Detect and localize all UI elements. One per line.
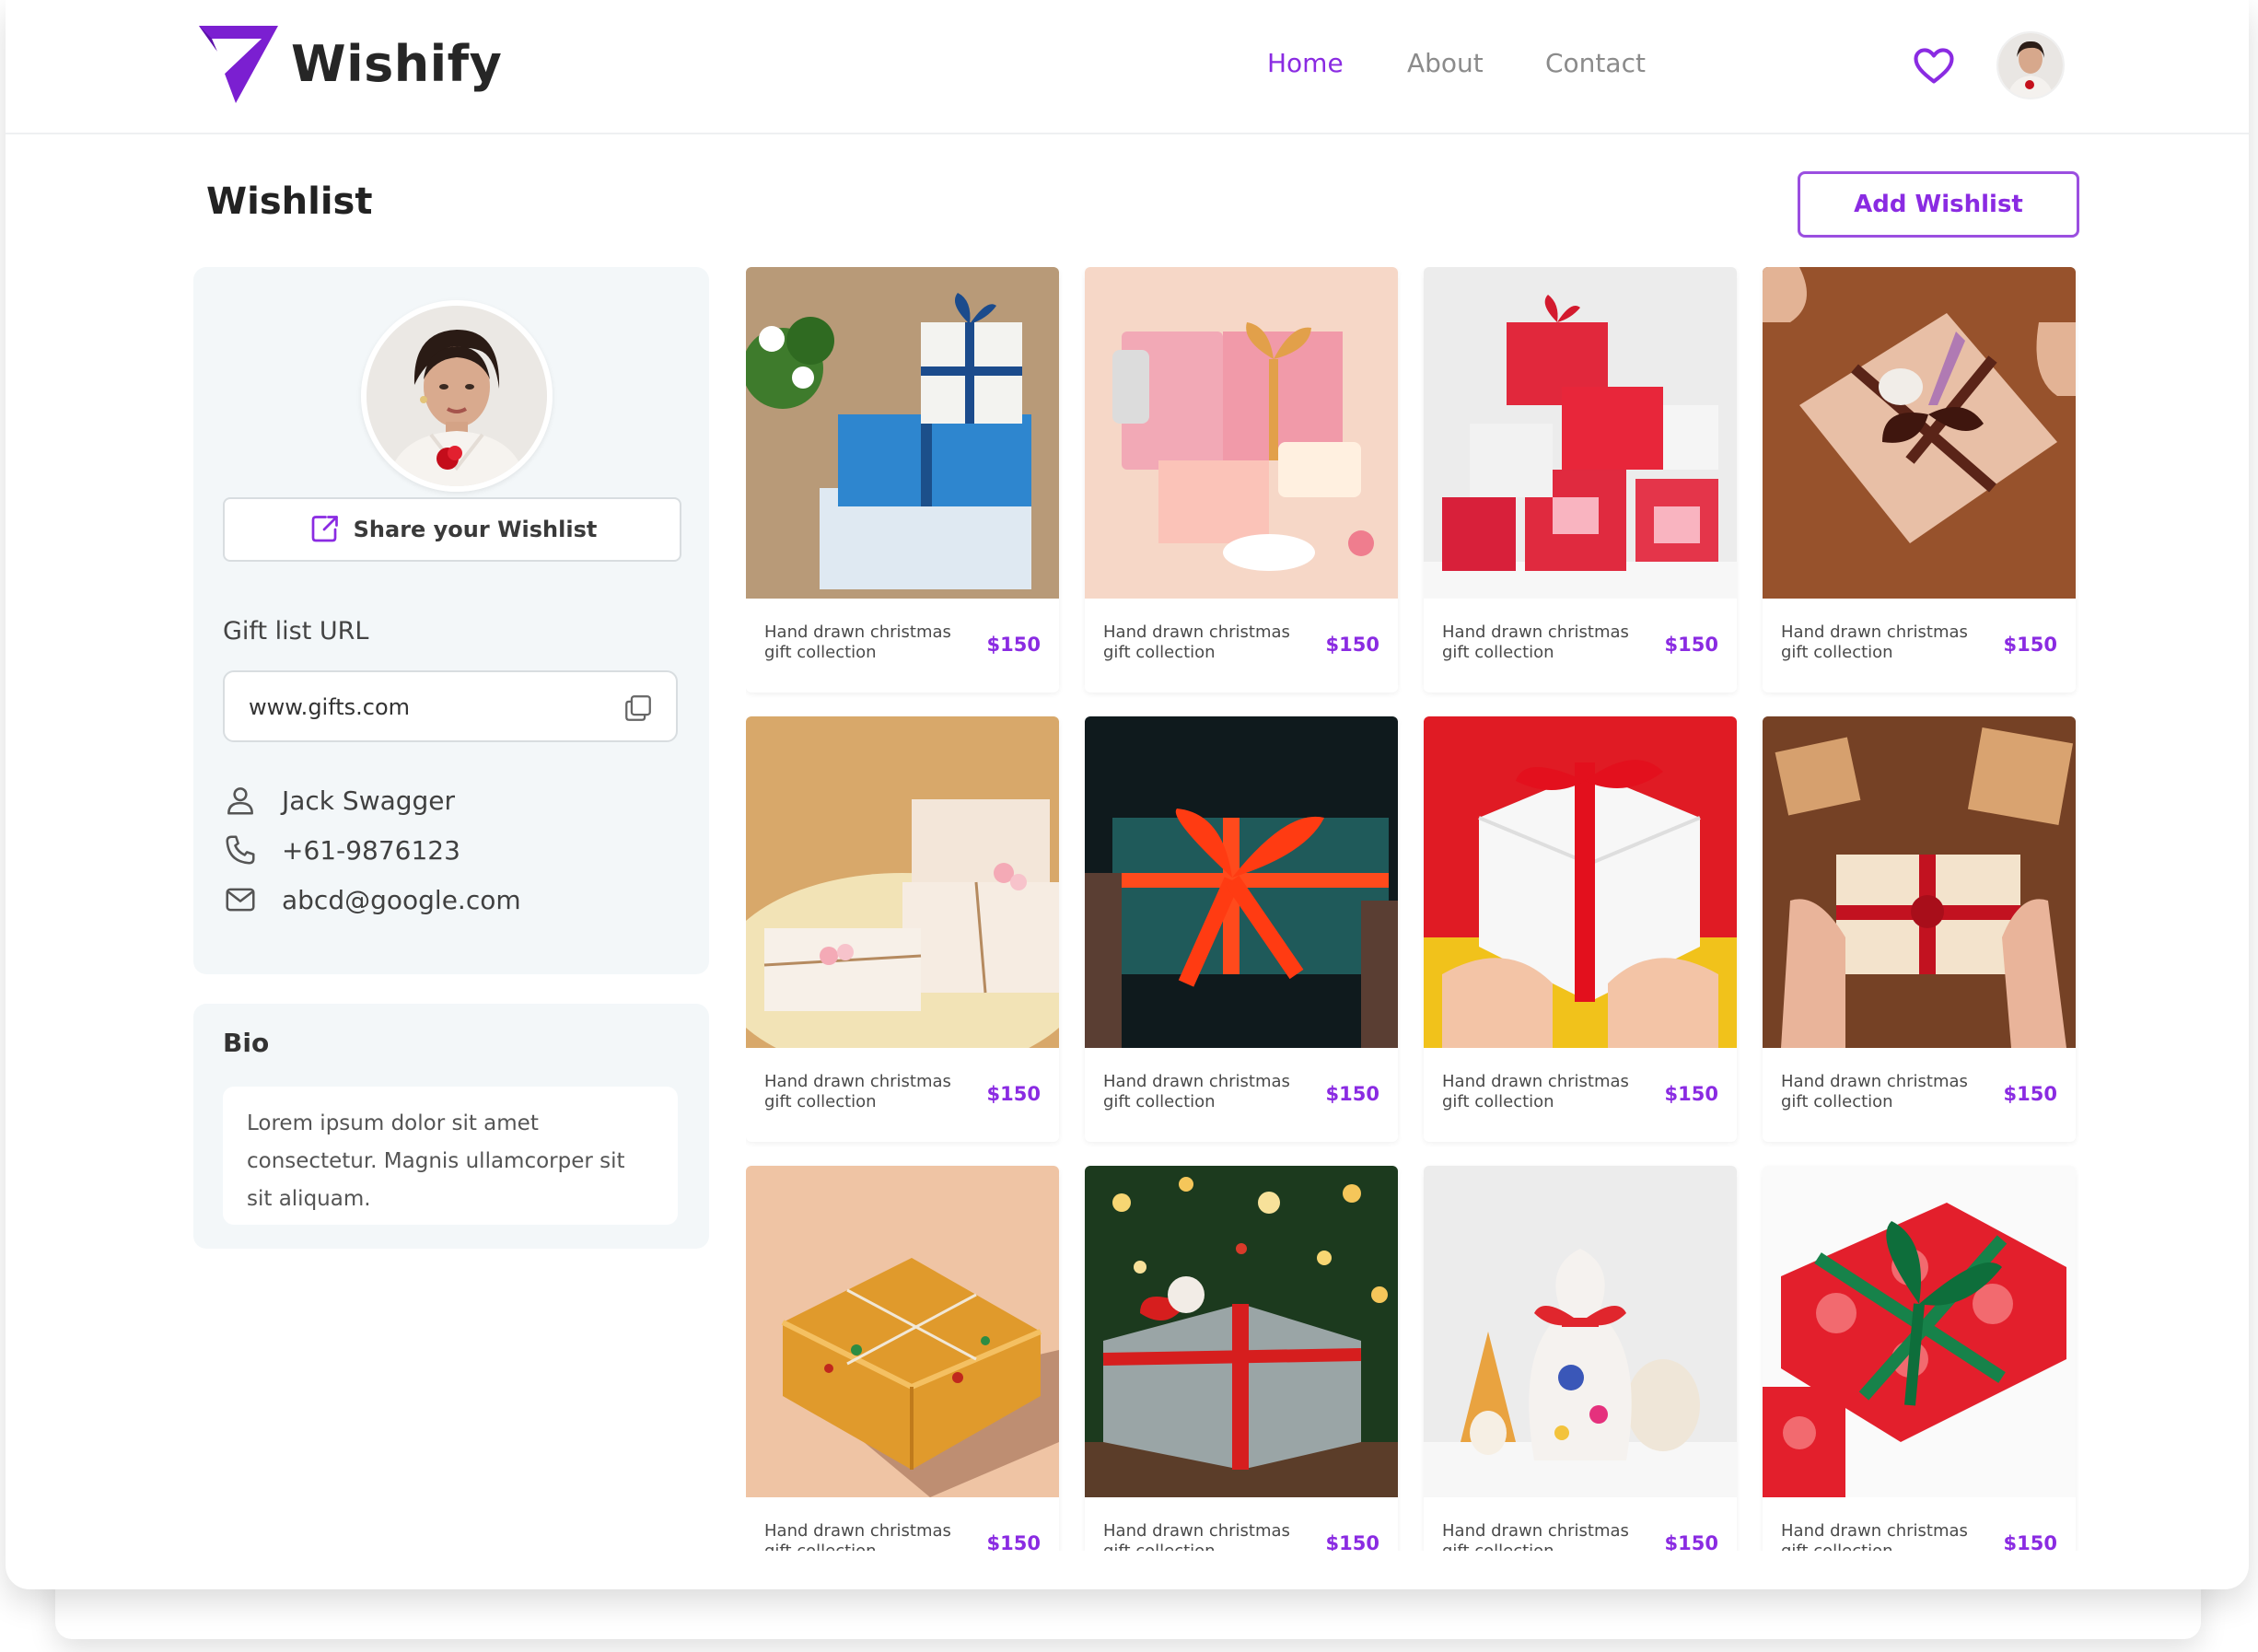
user-icon (227, 787, 253, 815)
gift-url-field[interactable]: www.gifts.com (223, 670, 678, 742)
product-card[interactable]: Hand drawn christmas gift collection $15… (746, 267, 1059, 692)
bio-card: Bio Lorem ipsum dolor sit amet consectet… (193, 1004, 709, 1249)
product-image (1424, 716, 1737, 1048)
product-title: Hand drawn christmas gift collection (764, 1521, 951, 1551)
product-price: $150 (986, 1532, 1041, 1551)
product-title: Hand drawn christmas gift collection (1442, 1072, 1629, 1111)
product-price: $150 (1664, 634, 1718, 656)
product-price: $150 (1664, 1083, 1718, 1105)
product-title: Hand drawn christmas gift collection (1781, 1072, 1968, 1111)
product-price: $150 (1325, 1532, 1379, 1551)
product-image (1763, 267, 2076, 599)
gift-url-label: Gift list URL (223, 617, 369, 646)
gift-url-value[interactable]: www.gifts.com (249, 694, 410, 720)
product-image (1424, 1166, 1737, 1497)
page-title: Wishlist (206, 180, 373, 223)
product-card[interactable]: Hand drawn christmas gift collection $15… (1085, 1166, 1398, 1551)
product-card[interactable]: Hand drawn christmas gift collection $15… (1424, 716, 1737, 1142)
product-title: Hand drawn christmas gift collection (1103, 1072, 1290, 1111)
product-price: $150 (986, 634, 1041, 656)
product-card[interactable]: Hand drawn christmas gift collection $15… (1424, 267, 1737, 692)
product-title: Hand drawn christmas gift collection (1781, 622, 1968, 662)
contact-email-row: abcd@google.com (223, 882, 521, 917)
app-window: Wishify Home About Contact Wishlist Add … (6, 0, 2249, 1589)
product-card[interactable]: Hand drawn christmas gift collection $15… (1085, 267, 1398, 692)
product-title: Hand drawn christmas gift collection (1442, 1521, 1629, 1551)
nav-about-link[interactable]: About (1407, 48, 1484, 78)
copy-icon[interactable] (623, 692, 654, 724)
product-price: $150 (1325, 634, 1379, 656)
share-wishlist-label: Share your Wishlist (353, 517, 598, 542)
wishify-logo-icon[interactable] (193, 20, 282, 109)
product-image (746, 716, 1059, 1048)
product-card[interactable]: Hand drawn christmas gift collection $15… (1424, 1166, 1737, 1551)
product-card[interactable]: Hand drawn christmas gift collection $15… (1763, 716, 2076, 1142)
bio-text: Lorem ipsum dolor sit amet consectetur. … (223, 1087, 678, 1225)
top-navbar: Wishify Home About Contact (6, 0, 2249, 134)
nav-home-link[interactable]: Home (1267, 48, 1344, 78)
contact-phone-row: +61-9876123 (223, 832, 460, 867)
product-title: Hand drawn christmas gift collection (1103, 622, 1290, 662)
contact-name: Jack Swagger (282, 785, 456, 816)
phone-icon (226, 835, 255, 865)
product-image (746, 1166, 1059, 1497)
heart-icon[interactable] (1910, 41, 1958, 88)
product-title: Hand drawn christmas gift collection (764, 1072, 951, 1111)
product-image (1763, 1166, 2076, 1497)
product-card[interactable]: Hand drawn christmas gift collection $15… (746, 716, 1059, 1142)
product-image (1763, 716, 2076, 1048)
product-title: Hand drawn christmas gift collection (764, 622, 951, 662)
product-card[interactable]: Hand drawn christmas gift collection $15… (1085, 716, 1398, 1142)
share-wishlist-button[interactable]: Share your Wishlist (223, 497, 681, 562)
product-price: $150 (986, 1083, 1041, 1105)
product-image (1424, 267, 1737, 599)
profile-card: Share your Wishlist Gift list URL www.gi… (193, 267, 709, 974)
product-title: Hand drawn christmas gift collection (1442, 622, 1629, 662)
product-price: $150 (2003, 634, 2057, 656)
product-image (1085, 267, 1398, 599)
product-card[interactable]: Hand drawn christmas gift collection $15… (746, 1166, 1059, 1551)
nav-contact-link[interactable]: Contact (1545, 48, 1646, 78)
product-title: Hand drawn christmas gift collection (1781, 1521, 1968, 1551)
product-price: $150 (1325, 1083, 1379, 1105)
brand-name[interactable]: Wishify (291, 35, 502, 93)
product-price: $150 (2003, 1083, 2057, 1105)
share-icon (311, 516, 338, 542)
product-image (1085, 716, 1398, 1048)
contact-name-row: Jack Swagger (223, 783, 455, 818)
product-image (746, 267, 1059, 599)
contact-email: abcd@google.com (282, 884, 521, 915)
profile-photo (361, 300, 553, 492)
product-card[interactable]: Hand drawn christmas gift collection $15… (1763, 1166, 2076, 1551)
mail-icon (226, 888, 255, 912)
product-card[interactable]: Hand drawn christmas gift collection $15… (1763, 267, 2076, 692)
product-price: $150 (2003, 1532, 2057, 1551)
user-avatar[interactable] (1996, 31, 2065, 99)
bio-title: Bio (223, 1028, 270, 1058)
contact-phone: +61-9876123 (282, 834, 460, 866)
product-grid: Hand drawn christmas gift collection $15… (746, 267, 2090, 1551)
product-price: $150 (1664, 1532, 1718, 1551)
add-wishlist-button[interactable]: Add Wishlist (1798, 171, 2079, 238)
product-image (1085, 1166, 1398, 1497)
product-title: Hand drawn christmas gift collection (1103, 1521, 1290, 1551)
